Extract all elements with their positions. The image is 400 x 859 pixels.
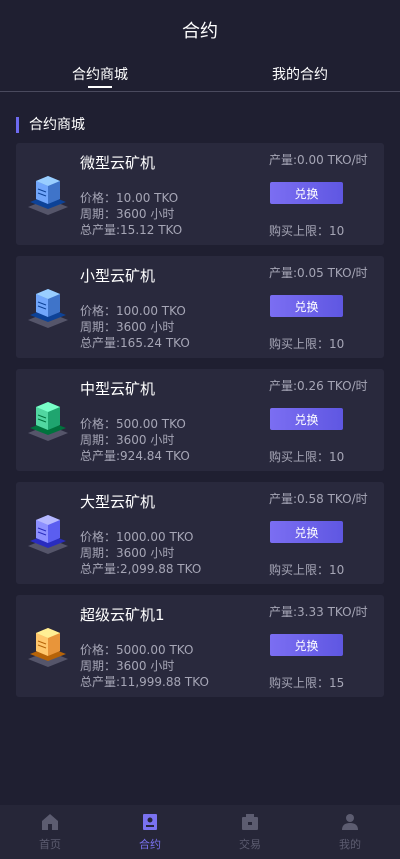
purchase-limit: 购买上限：10 — [269, 450, 345, 464]
product-name: 小型云矿机 — [80, 267, 156, 285]
product-cycle: 周期：3600 小时 — [80, 659, 175, 673]
product-cycle: 周期：3600 小时 — [80, 207, 175, 221]
exchange-button[interactable]: 兑换 — [270, 182, 343, 204]
product-price: 价格：100.00 TKO — [80, 304, 186, 318]
purchase-limit: 购买上限：15 — [269, 676, 345, 690]
product-info: 价格：10.00 TKO 周期：3600 小时 总产量:15.12 TKO — [80, 190, 182, 238]
product-hourly-output: 产量:3.33 TKO/时 — [269, 605, 368, 619]
product-hourly-output: 产量:0.58 TKO/时 — [269, 492, 368, 506]
product-cycle: 周期：3600 小时 — [80, 546, 175, 560]
page-title: 合约 — [182, 21, 218, 42]
product-cycle: 周期：3600 小时 — [80, 320, 175, 334]
tab-my-contracts[interactable]: 我的合约 — [200, 60, 400, 91]
tabbar-label-mine: 我的 — [339, 838, 361, 851]
product-card: 大型云矿机 价格：1000.00 TKO 周期：3600 小时 总产量:2,09… — [16, 482, 384, 584]
tabbar-label-contract: 合约 — [139, 838, 161, 851]
tabbar-label-trade: 交易 — [239, 838, 261, 851]
tabbar-label-home: 首页 — [39, 838, 61, 851]
mining-machine-icon — [28, 289, 68, 328]
product-info: 价格：100.00 TKO 周期：3600 小时 总产量:165.24 TKO — [80, 303, 190, 351]
exchange-button[interactable]: 兑换 — [270, 634, 343, 656]
home-icon — [42, 814, 58, 830]
page-header: 合约 — [0, 0, 400, 60]
purchase-limit: 购买上限：10 — [269, 224, 345, 238]
product-name: 中型云矿机 — [80, 380, 156, 398]
product-hourly-output: 产量:0.26 TKO/时 — [269, 379, 368, 393]
tab-contract-mall[interactable]: 合约商城 — [0, 60, 200, 91]
product-list: 微型云矿机 价格：10.00 TKO 周期：3600 小时 总产量:15.12 … — [0, 133, 400, 697]
tabbar-item-trade[interactable]: 交易 — [200, 805, 300, 859]
tabbar-item-home[interactable]: 首页 — [0, 805, 100, 859]
bottom-tabbar: 首页 合约 交易 我的 — [0, 805, 400, 859]
product-info: 价格：500.00 TKO 周期：3600 小时 总产量:924.84 TKO — [80, 416, 190, 464]
product-cycle: 周期：3600 小时 — [80, 433, 175, 447]
tabbar-item-mine[interactable]: 我的 — [300, 805, 400, 859]
mining-machine-icon — [28, 515, 68, 554]
product-card: 微型云矿机 价格：10.00 TKO 周期：3600 小时 总产量:15.12 … — [16, 143, 384, 245]
trade-icon — [242, 814, 258, 830]
tab-bar-top: 合约商城 我的合约 — [0, 60, 400, 92]
purchase-limit: 购买上限：10 — [269, 563, 345, 577]
exchange-button[interactable]: 兑换 — [270, 295, 343, 317]
product-total-output: 总产量:924.84 TKO — [80, 449, 190, 463]
product-hourly-output: 产量:0.00 TKO/时 — [269, 153, 368, 167]
product-total-output: 总产量:15.12 TKO — [80, 223, 183, 237]
product-card: 中型云矿机 价格：500.00 TKO 周期：3600 小时 总产量:924.8… — [16, 369, 384, 471]
mining-machine-icon — [28, 402, 68, 441]
purchase-limit: 购买上限：10 — [269, 337, 345, 351]
product-total-output: 总产量:165.24 TKO — [80, 336, 190, 350]
product-name: 大型云矿机 — [80, 493, 156, 511]
product-total-output: 总产量:11,999.88 TKO — [80, 675, 209, 689]
product-card: 超级云矿机1 价格：5000.00 TKO 周期：3600 小时 总产量:11,… — [16, 595, 384, 697]
section-title: 合约商城 — [16, 117, 400, 133]
contract-icon — [143, 814, 157, 830]
mining-machine-icon — [28, 176, 68, 215]
mining-machine-icon — [28, 628, 68, 667]
product-price: 价格：5000.00 TKO — [80, 643, 194, 657]
product-price: 价格：1000.00 TKO — [80, 530, 194, 544]
product-card: 小型云矿机 价格：100.00 TKO 周期：3600 小时 总产量:165.2… — [16, 256, 384, 358]
product-name: 超级云矿机1 — [80, 606, 165, 624]
product-name: 微型云矿机 — [80, 154, 156, 172]
user-icon — [342, 814, 358, 830]
product-total-output: 总产量:2,099.88 TKO — [80, 562, 202, 576]
product-price: 价格：10.00 TKO — [80, 191, 179, 205]
tabbar-item-contract[interactable]: 合约 — [100, 805, 200, 859]
product-hourly-output: 产量:0.05 TKO/时 — [269, 266, 368, 280]
exchange-button[interactable]: 兑换 — [270, 408, 343, 430]
product-info: 价格：1000.00 TKO 周期：3600 小时 总产量:2,099.88 T… — [80, 529, 201, 577]
exchange-button[interactable]: 兑换 — [270, 521, 343, 543]
product-price: 价格：500.00 TKO — [80, 417, 186, 431]
product-info: 价格：5000.00 TKO 周期：3600 小时 总产量:11,999.88 … — [80, 642, 209, 690]
